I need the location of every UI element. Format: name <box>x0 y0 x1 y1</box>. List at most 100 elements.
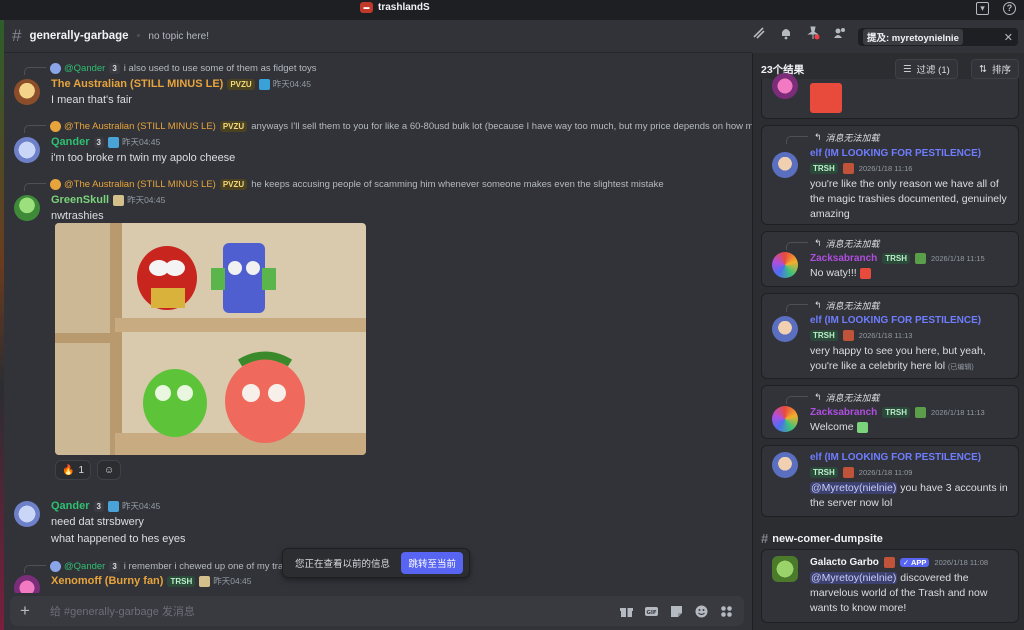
image-attachment[interactable] <box>55 223 366 455</box>
edited-label: (已编辑) <box>948 364 974 371</box>
reply-author[interactable]: @The Australian (STILL MINUS LE) <box>64 179 216 190</box>
reply-preview[interactable]: @The Australian (STILL MINUS LE) PVZU he… <box>24 177 664 191</box>
sort-label: 排序 <box>991 65 1011 76</box>
sticker-emoji <box>856 421 868 433</box>
pin-icon[interactable] <box>806 26 820 40</box>
avatar[interactable] <box>772 252 798 278</box>
channel-section-header[interactable]: # new-comer-dumpsite <box>761 531 883 546</box>
reply-author[interactable]: @The Australian (STILL MINUS LE) <box>64 121 216 132</box>
reply-tag: 3 <box>109 560 120 572</box>
sort-button[interactable]: ⇅ 排序 <box>971 59 1019 79</box>
search-result-card[interactable]: ↰ 消息无法加载 Zacksabranch TRSH 2026/1/18 11:1… <box>761 385 1019 439</box>
search-result-card[interactable]: elf (IM LOOKING FOR PESTILENCE) TRSH 202… <box>761 445 1019 517</box>
search-result-card[interactable]: ↰ 消息无法加载 elf (IM LOOKING FOR PESTILENCE) … <box>761 293 1019 379</box>
author-name[interactable]: Xenomoff (Burny fan) <box>51 575 163 587</box>
section-channel-name: new-comer-dumpsite <box>772 532 883 545</box>
avatar[interactable] <box>772 556 798 582</box>
channel-topic[interactable]: no topic here! <box>148 31 209 42</box>
avatar[interactable] <box>14 195 40 221</box>
help-icon[interactable]: ? <box>1003 2 1016 15</box>
members-icon[interactable] <box>833 26 847 40</box>
guild-tag[interactable]: 3 <box>93 136 104 148</box>
guild-tag[interactable]: TRSH <box>882 407 911 418</box>
author-name[interactable]: Qander <box>51 136 90 148</box>
timestamp: 昨天04:45 <box>272 79 311 89</box>
message-input[interactable]: 给 #generally-garbage 发消息 <box>50 603 195 619</box>
avatar[interactable] <box>772 406 798 432</box>
inbox-icon[interactable]: ▾ <box>976 2 989 15</box>
message: @Qander 3 i also used to use some of the… <box>4 61 744 109</box>
reply-avatar <box>50 560 61 572</box>
search-result-card[interactable]: ↰ 消息无法加载 Zacksabranch TRSH 2026/1/18 11:1… <box>761 231 1019 287</box>
role-icon <box>199 575 211 587</box>
apps-icon[interactable] <box>719 604 734 619</box>
search-results-panel: 23个结果 ☰ 过滤 (1) ⇅ 排序 ↰ 消息无法加载 elf (IM LOOK… <box>752 53 1024 630</box>
author-name[interactable]: The Australian (STILL MINUS LE) <box>51 78 223 90</box>
role-icon <box>915 407 927 418</box>
author-name[interactable]: GreenSkull <box>51 194 109 206</box>
author-name[interactable]: Zacksabranch <box>810 407 877 418</box>
reply-spine <box>786 242 808 250</box>
reaction-fire[interactable]: 🔥 1 <box>55 460 92 480</box>
avatar[interactable] <box>14 79 40 105</box>
reply-preview[interactable]: @The Australian (STILL MINUS LE) PVZU an… <box>24 119 752 133</box>
message: @The Australian (STILL MINUS LE) PVZU he… <box>4 177 744 225</box>
timestamp: 2026/1/18 11:16 <box>858 164 913 173</box>
filter-button[interactable]: ☰ 过滤 (1) <box>895 59 958 79</box>
guild-tag[interactable]: TRSH <box>810 467 838 478</box>
reply-avatar <box>50 120 61 132</box>
bell-icon[interactable] <box>779 26 793 40</box>
threads-icon[interactable] <box>752 26 766 40</box>
reply-spine <box>786 136 808 144</box>
user-mention[interactable]: @Myretoy(nielnie) <box>810 572 898 584</box>
avatar[interactable] <box>772 152 798 178</box>
author-name[interactable]: elf (IM LOOKING FOR PESTILENCE) <box>810 148 981 159</box>
gif-icon[interactable]: GIF <box>644 604 659 619</box>
reply-unloaded: ↰ 消息无法加载 <box>786 391 880 404</box>
jump-to-present-button[interactable]: 跳转至当前 <box>401 552 463 574</box>
search-result-card[interactable]: ↰ 消息无法加载 elf (IM LOOKING FOR PESTILENCE) … <box>761 125 1019 225</box>
search-input[interactable]: 提及: myretoynielnie ✕ <box>858 28 1018 46</box>
guild-tag[interactable]: TRSH <box>810 163 838 174</box>
emoji-icon[interactable] <box>694 604 709 619</box>
reply-unloaded-text: 消息无法加载 <box>825 239 880 249</box>
timestamp: 昨天04:45 <box>121 137 161 147</box>
guild-tag[interactable]: TRSH <box>167 575 196 587</box>
avatar[interactable] <box>772 452 798 478</box>
guild-tag[interactable]: TRSH <box>810 330 838 341</box>
upload-plus-icon[interactable]: + <box>20 601 38 621</box>
avatar[interactable] <box>772 73 798 99</box>
message-list[interactable]: @Qander 3 i also used to use some of the… <box>4 53 752 593</box>
message-composer[interactable]: + 给 #generally-garbage 发消息 GIF <box>10 596 744 626</box>
avatar[interactable] <box>772 316 798 342</box>
app-badge-label: APP <box>911 558 927 567</box>
server-name: trashlandS <box>378 2 430 13</box>
search-result-card[interactable] <box>761 73 1019 119</box>
guild-tag[interactable]: TRSH <box>882 253 911 264</box>
message-text: Welcome <box>810 420 1010 435</box>
guild-tag[interactable]: 3 <box>93 500 104 512</box>
author-name[interactable]: elf (IM LOOKING FOR PESTILENCE) <box>810 452 981 463</box>
search-result-card[interactable]: Galacto Garbo ✓ APP 2026/1/18 11:08 @Myr… <box>761 549 1019 623</box>
author-name[interactable]: Qander <box>51 500 90 512</box>
timestamp: 2026/1/18 11:13 <box>931 408 985 417</box>
author-name[interactable]: Zacksabranch <box>810 253 877 264</box>
gift-icon[interactable] <box>619 604 634 619</box>
clear-search-icon[interactable]: ✕ <box>1004 31 1013 44</box>
reply-author[interactable]: @Qander <box>64 561 105 572</box>
svg-text:GIF: GIF <box>646 610 657 616</box>
reply-author[interactable]: @Qander <box>64 63 105 74</box>
avatar[interactable] <box>14 137 40 163</box>
avatar[interactable] <box>14 501 40 527</box>
guild-tag[interactable]: PVZU <box>227 78 255 90</box>
avatar[interactable] <box>14 575 40 593</box>
reply-preview[interactable]: @Qander 3 i also used to use some of the… <box>24 61 317 75</box>
user-mention[interactable]: @Myretoy(nielnie) <box>810 482 898 494</box>
reply-preview[interactable]: @Qander 3 i remember i chewed up one of … <box>24 559 283 573</box>
reply-unloaded: ↰ 消息无法加载 <box>786 237 880 250</box>
add-reaction-button[interactable]: ☺ <box>97 460 122 480</box>
author-name[interactable]: Galacto Garbo <box>810 557 879 568</box>
role-icon <box>883 557 895 568</box>
author-name[interactable]: elf (IM LOOKING FOR PESTILENCE) <box>810 315 981 326</box>
sticker-icon[interactable] <box>669 604 684 619</box>
